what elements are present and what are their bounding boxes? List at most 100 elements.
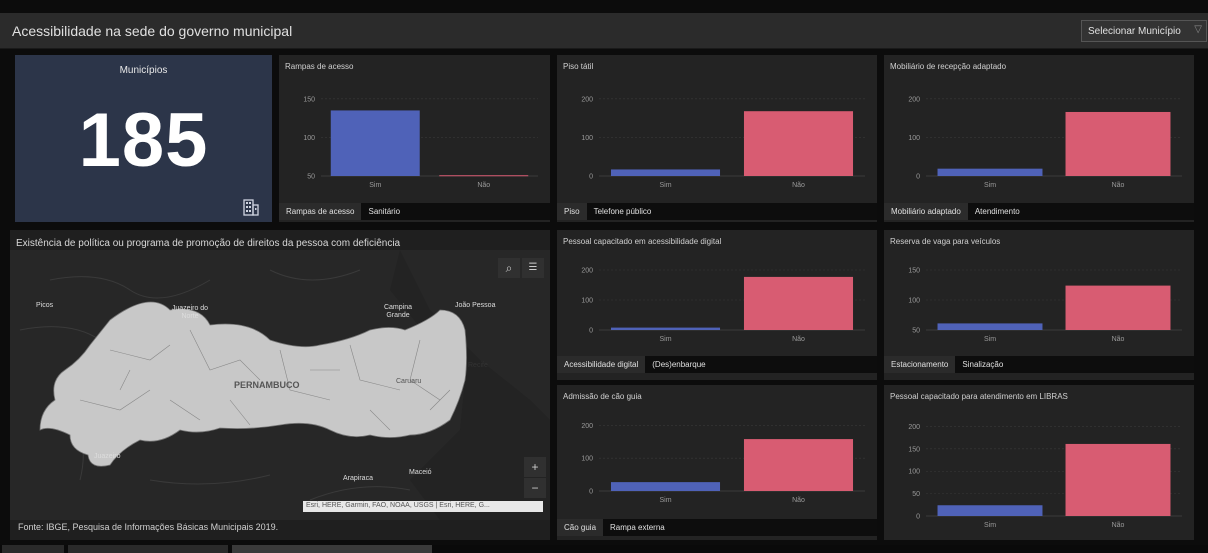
y-tick-label: 100: [581, 298, 593, 305]
chart-tabs: Rampas de acesso Sanitário: [279, 203, 550, 220]
tab-rampa-externa[interactable]: Rampa externa: [603, 519, 672, 536]
y-tick-label: 100: [908, 469, 920, 476]
data-source-note: Fonte: IBGE, Pesquisa de Informações Bás…: [18, 522, 279, 532]
zoom-out-button[interactable]: −: [524, 478, 546, 498]
dashboard-title: Acessibilidade na sede do governo munici…: [12, 23, 293, 39]
map-label-pernambuco: PERNAMBUCO: [234, 380, 300, 390]
tab-acessibilidade-digital[interactable]: Acessibilidade digital: [557, 356, 646, 373]
map-label-arapiraca: Arapiraca: [343, 475, 373, 482]
y-tick-label: 0: [589, 174, 593, 181]
y-tick-label: 150: [908, 446, 920, 453]
map-panel: Existência de política ou programa de pr…: [10, 230, 550, 540]
tab-atendimento[interactable]: Atendimento: [968, 203, 1027, 220]
x-tick-label: Sim: [369, 182, 381, 189]
chart-tabs: Acessibilidade digital (Des)enbarque: [557, 356, 877, 373]
bar-nao: [1065, 443, 1171, 516]
bottom-tab-strip: [0, 545, 1208, 553]
tab-sanitario[interactable]: Sanitário: [361, 203, 407, 220]
bottom-tab[interactable]: [232, 545, 432, 553]
tab-desembarque[interactable]: (Des)enbarque: [645, 356, 712, 373]
bar-nao: [439, 175, 529, 177]
y-tick-label: 100: [581, 135, 593, 142]
kpi-value: 185: [78, 98, 209, 183]
kpi-municipios: Municípios 185: [15, 55, 272, 222]
chart-tabs: Estacionamento Sinalização: [884, 356, 1194, 373]
x-tick-label: Não: [477, 182, 490, 189]
y-tick-label: 100: [908, 135, 920, 142]
chart-tabs: Mobiliário adaptado Atendimento: [884, 203, 1194, 220]
bar-chart-rampas: 50 100 150 Sim Não: [303, 96, 538, 189]
y-tick-label: 200: [581, 423, 593, 430]
tab-rampas-de-acesso[interactable]: Rampas de acesso: [279, 203, 362, 220]
chart-tabs: Piso Telefone público: [557, 203, 877, 220]
map-label-juazeiro-do-norte: Juazeiro do Norte: [171, 305, 209, 320]
x-tick-label: Não: [1112, 522, 1125, 529]
y-tick-label: 50: [307, 174, 315, 181]
x-tick-label: Sim: [984, 336, 996, 343]
bottom-tab[interactable]: [2, 545, 64, 553]
bar-chart-mobiliario: 0 100 200 Sim Não: [908, 96, 1182, 189]
chart-tabs: Cão guia Rampa externa: [557, 519, 877, 536]
x-tick-label: Não: [792, 497, 805, 504]
bottom-tab[interactable]: [68, 545, 228, 553]
y-tick-label: 100: [908, 298, 920, 305]
y-tick-label: 150: [303, 96, 315, 103]
x-tick-label: Sim: [984, 522, 996, 529]
map-label-campina-grande: Campina Grande: [383, 304, 412, 319]
tab-mobiliario-adaptado[interactable]: Mobiliário adaptado: [884, 203, 968, 220]
x-tick-label: Sim: [659, 497, 671, 504]
y-tick-label: 0: [916, 514, 920, 521]
bar-sim: [937, 168, 1043, 176]
y-tick-label: 50: [912, 328, 920, 335]
bar-chart-libras: 0 50 100 150 200 Sim Não: [908, 424, 1182, 529]
chart-panel-piso: Piso tátil 0 100 200 Sim Não Piso Telefone p…: [557, 55, 877, 222]
map-attribution: Esri, HERE, Garmin, FAO, NOAA, USGS | Es…: [303, 501, 543, 512]
y-tick-label: 0: [916, 174, 920, 181]
bar-sim: [610, 482, 721, 491]
zoom-in-button[interactable]: +: [524, 457, 546, 477]
chevron-down-icon: ▽: [1194, 24, 1202, 35]
chart-panel-libras: Pessoal capacitado para atendimento em L…: [884, 385, 1194, 540]
bar-sim: [330, 110, 420, 176]
y-tick-label: 200: [581, 96, 593, 103]
y-tick-label: 100: [303, 135, 315, 142]
y-tick-label: 200: [908, 424, 920, 431]
legend-list-icon[interactable]: ☰: [522, 258, 544, 278]
y-tick-label: 200: [581, 268, 593, 275]
bar-chart-cao-guia: 0 100 200 Sim Não: [581, 423, 865, 504]
kpi-label: Municípios: [119, 65, 168, 76]
bar-nao: [743, 111, 854, 176]
search-icon[interactable]: ⌕: [498, 258, 520, 278]
bar-chart-piso: 0 100 200 Sim Não: [581, 96, 865, 189]
y-tick-label: 100: [581, 456, 593, 463]
municipio-selector[interactable]: Selecionar Município ▽: [1081, 20, 1207, 42]
bar-sim: [610, 327, 721, 330]
bar-nao: [1065, 285, 1171, 330]
dashboard-header: Acessibilidade na sede do governo munici…: [0, 13, 1208, 49]
bar-nao: [743, 439, 854, 491]
tab-cao-guia[interactable]: Cão guia: [557, 519, 604, 536]
tab-sinalizacao[interactable]: Sinalização: [955, 356, 1010, 373]
map-label-picos: Picos: [36, 302, 54, 309]
y-tick-label: 150: [908, 268, 920, 275]
x-tick-label: Não: [792, 182, 805, 189]
tab-estacionamento[interactable]: Estacionamento: [884, 356, 956, 373]
bar-nao: [743, 276, 854, 330]
bar-sim: [610, 169, 721, 176]
chart-panel-reserva: Reserva de vaga para veículos 50 100 150 Si…: [884, 230, 1194, 380]
bar-sim: [937, 505, 1043, 516]
x-tick-label: Não: [1112, 336, 1125, 343]
x-tick-label: Sim: [984, 182, 996, 189]
x-tick-label: Sim: [659, 182, 671, 189]
bar-chart-reserva: 50 100 150 Sim Não: [908, 268, 1182, 343]
chart-panel-digital: Pessoal capacitado em acessibilidade dig…: [557, 230, 877, 380]
tab-telefone-publico[interactable]: Telefone público: [587, 203, 659, 220]
map-title: Existência de política ou programa de pr…: [16, 238, 401, 249]
y-tick-label: 0: [589, 328, 593, 335]
bar-chart-digital: 0 100 200 Sim Não: [581, 268, 865, 343]
y-tick-label: 0: [589, 489, 593, 496]
x-tick-label: Não: [792, 336, 805, 343]
map-label-joao-pessoa: João Pessoa: [455, 302, 496, 309]
bar-nao: [1065, 111, 1171, 176]
tab-piso[interactable]: Piso: [557, 203, 587, 220]
